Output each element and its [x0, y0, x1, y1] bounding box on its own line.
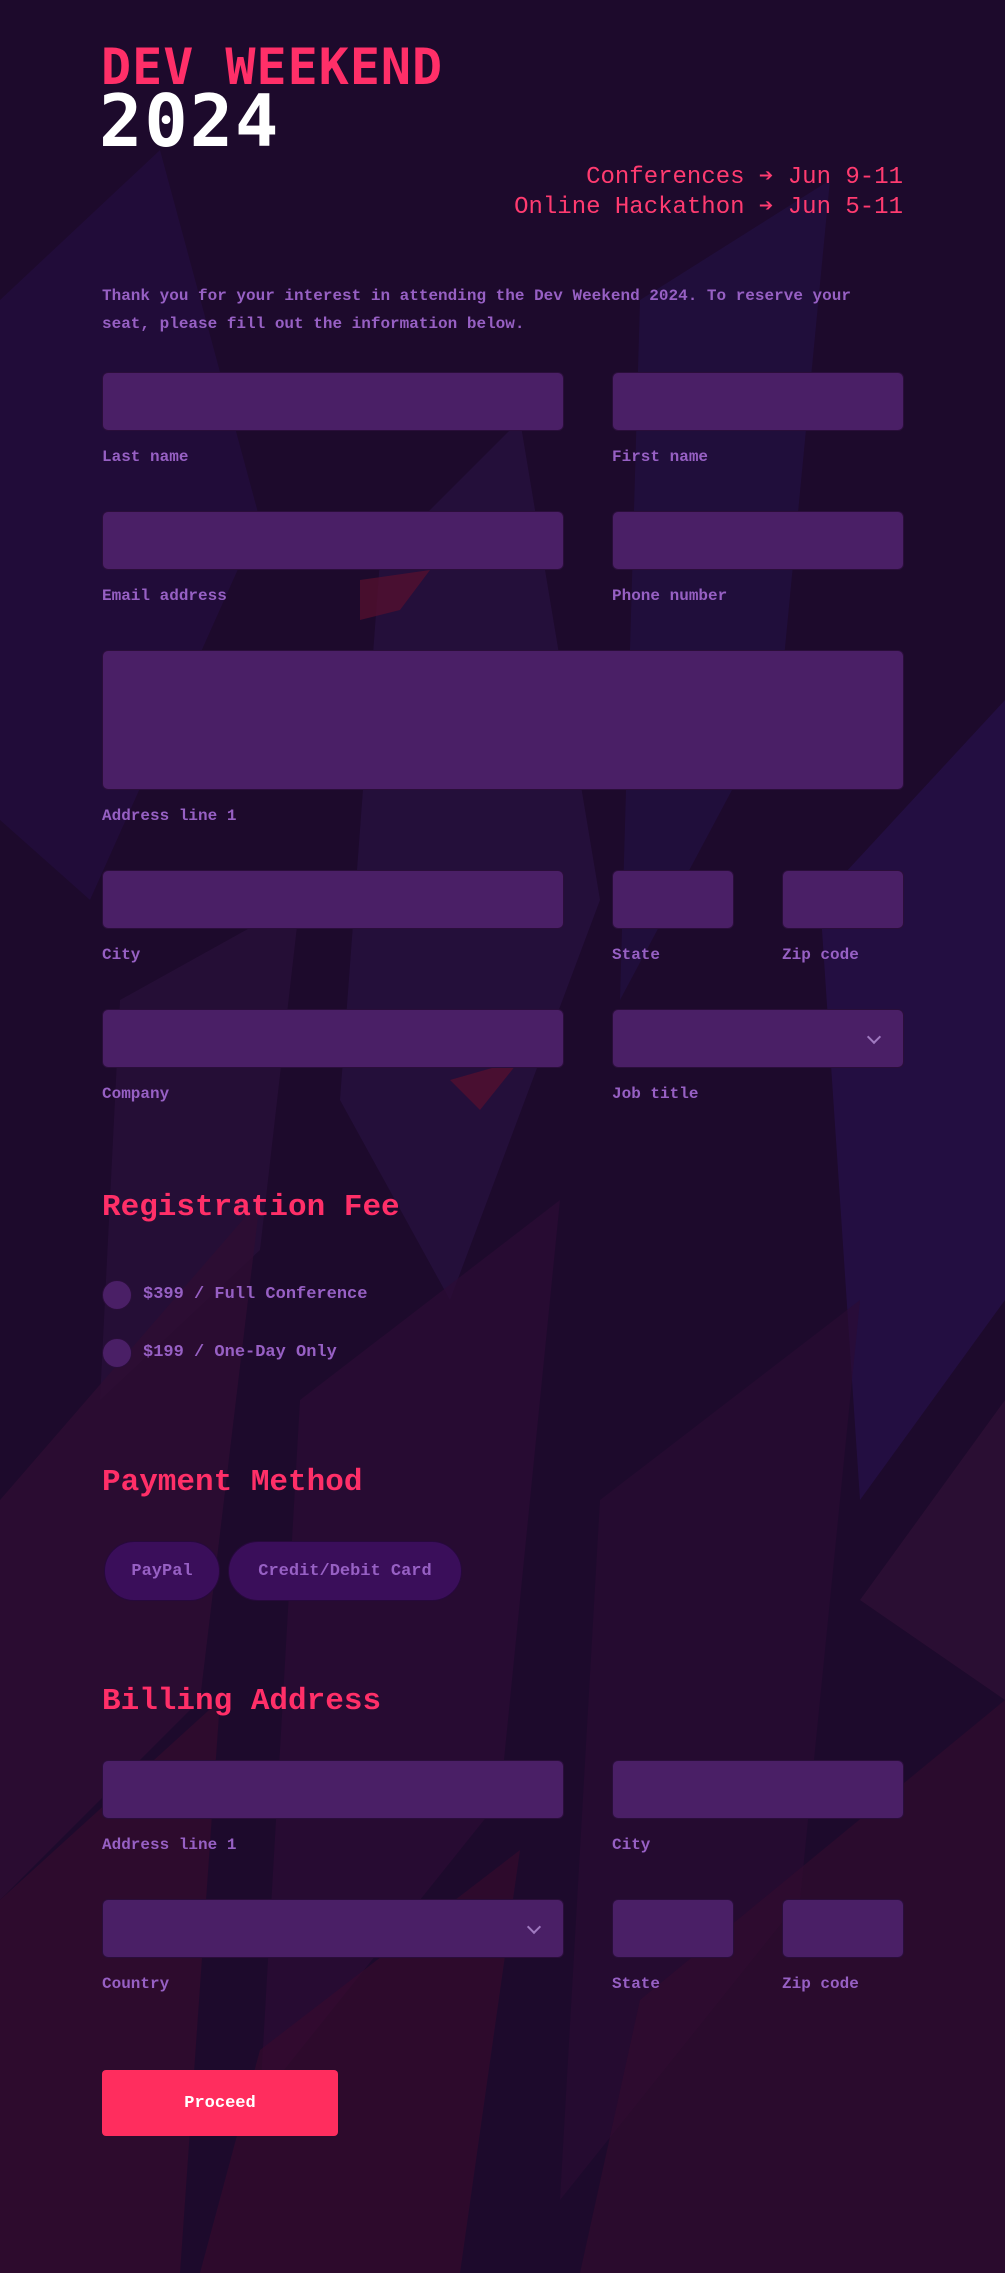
credit-card-button[interactable]: Credit/Debit Card — [228, 1541, 462, 1601]
job-title-label: Job title — [612, 1085, 699, 1103]
phone-label: Phone number — [612, 587, 728, 605]
registration-fee-heading: Registration Fee — [102, 1190, 400, 1225]
last-name-label: Last name — [102, 448, 189, 466]
address-line1-label: Address line 1 — [102, 807, 237, 825]
billing-state-label: State — [612, 1975, 661, 1993]
zip-label: Zip code — [782, 946, 859, 964]
billing-address-input[interactable] — [102, 1760, 564, 1819]
billing-city-label: City — [612, 1836, 651, 1854]
job-title-select[interactable] — [612, 1009, 904, 1068]
intro-text: Thank you for your interest in attending… — [102, 287, 851, 333]
chevron-down-icon — [866, 1029, 882, 1044]
proceed-button[interactable]: Proceed — [102, 2070, 338, 2136]
full-conference-label[interactable]: $399 / Full Conference — [143, 1285, 367, 1305]
logo-year: 2024 — [99, 79, 281, 163]
billing-address-heading: Billing Address — [102, 1684, 382, 1719]
billing-zip-input[interactable] — [782, 1899, 904, 1958]
billing-city-input[interactable] — [612, 1760, 904, 1819]
last-name-input[interactable] — [102, 372, 564, 431]
email-input[interactable] — [102, 511, 564, 570]
conference-dates: Conferences ➔ Jun 9-11 — [586, 164, 903, 191]
zip-input[interactable] — [782, 870, 904, 929]
country-select[interactable] — [102, 1899, 564, 1958]
chevron-down-icon — [526, 1919, 542, 1934]
registration-page: DEV WEEKEND 2024 Conferences ➔ Jun 9-11 … — [0, 0, 1005, 2273]
payment-method-heading: Payment Method — [102, 1465, 363, 1500]
phone-input[interactable] — [612, 511, 904, 570]
company-input[interactable] — [102, 1009, 564, 1068]
billing-zip-label: Zip code — [782, 1975, 859, 1993]
state-label: State — [612, 946, 661, 964]
billing-state-input[interactable] — [612, 1899, 734, 1958]
hackathon-dates: Online Hackathon ➔ Jun 5-11 — [514, 194, 903, 221]
first-name-input[interactable] — [612, 372, 904, 431]
one-day-label[interactable]: $199 / One-Day Only — [143, 1343, 337, 1363]
full-conference-radio[interactable] — [102, 1280, 132, 1310]
city-label: City — [102, 946, 141, 964]
first-name-label: First name — [612, 448, 709, 466]
paypal-button[interactable]: PayPal — [104, 1541, 220, 1601]
one-day-radio[interactable] — [102, 1338, 132, 1368]
company-label: Company — [102, 1085, 170, 1103]
email-label: Email address — [102, 587, 227, 605]
address-line1-textarea[interactable] — [102, 650, 904, 790]
country-label: Country — [102, 1975, 170, 1993]
billing-address-label: Address line 1 — [102, 1836, 237, 1854]
city-input[interactable] — [102, 870, 564, 929]
state-input[interactable] — [612, 870, 734, 929]
